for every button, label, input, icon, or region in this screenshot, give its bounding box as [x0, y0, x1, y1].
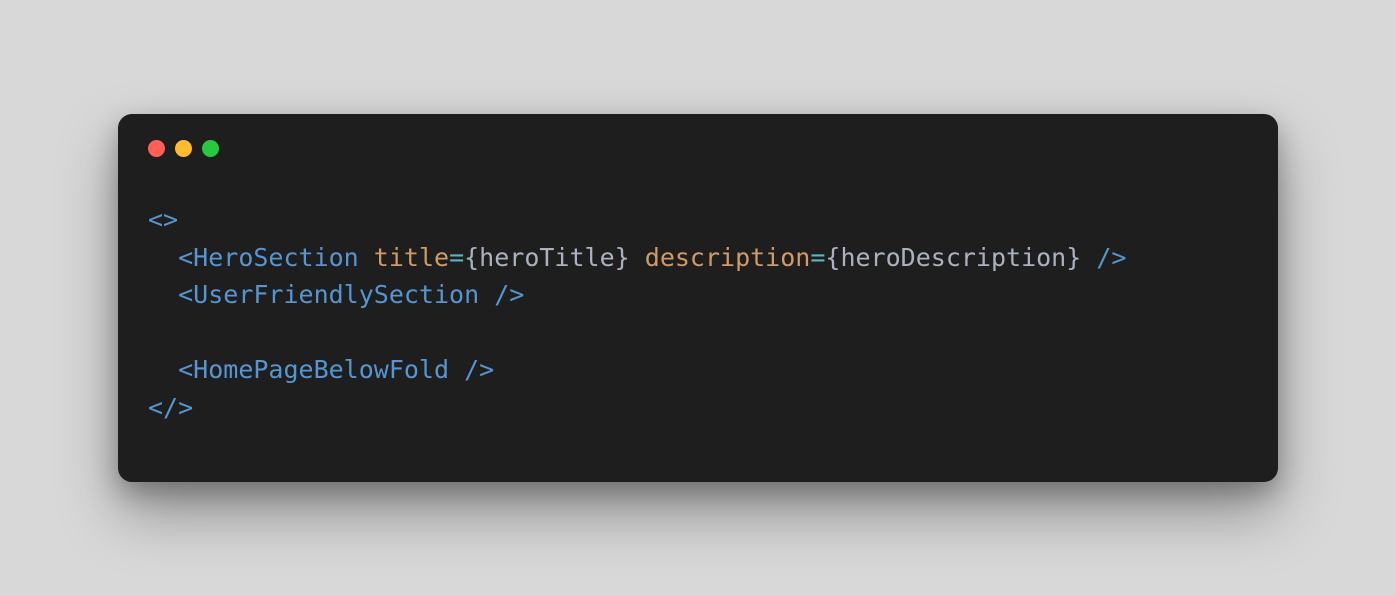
code-token: {heroDescription} [825, 243, 1081, 272]
code-token [359, 243, 374, 272]
close-icon[interactable] [148, 140, 165, 157]
code-token [449, 355, 464, 384]
code-line [148, 314, 1248, 352]
code-line: <HeroSection title={heroTitle} descripti… [148, 239, 1248, 277]
code-token: </> [148, 393, 193, 422]
code-token [1081, 243, 1096, 272]
code-token: <UserFriendlySection [178, 280, 479, 309]
code-token: /> [494, 280, 524, 309]
code-window: <> <HeroSection title={heroTitle} descri… [118, 114, 1278, 482]
code-token: /> [464, 355, 494, 384]
code-token [630, 243, 645, 272]
code-token [479, 280, 494, 309]
code-token: title [374, 243, 449, 272]
code-token: <> [148, 205, 178, 234]
code-token: /> [1096, 243, 1126, 272]
window-titlebar [118, 114, 1278, 157]
code-token: <HeroSection [178, 243, 359, 272]
code-line: <> [148, 201, 1248, 239]
code-token: <HomePageBelowFold [178, 355, 449, 384]
minimize-icon[interactable] [175, 140, 192, 157]
code-line: </> [148, 389, 1248, 427]
code-line: <UserFriendlySection /> [148, 276, 1248, 314]
maximize-icon[interactable] [202, 140, 219, 157]
code-block: <> <HeroSection title={heroTitle} descri… [118, 157, 1278, 436]
code-token: = [449, 243, 464, 272]
code-token: description [645, 243, 811, 272]
code-line: <HomePageBelowFold /> [148, 351, 1248, 389]
code-token: = [810, 243, 825, 272]
code-token: {heroTitle} [464, 243, 630, 272]
